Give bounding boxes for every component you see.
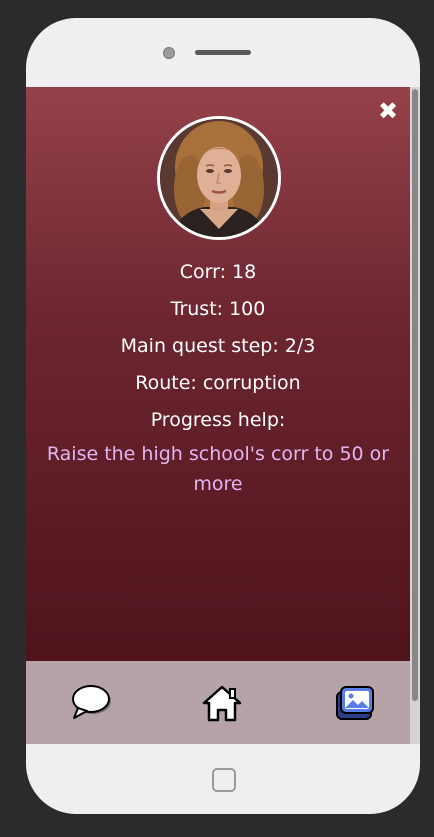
chat-icon [72,685,111,719]
nav-home-button[interactable] [200,683,244,723]
scrollbar[interactable] [410,87,420,744]
character-stats: Corr: 18 Trust: 100 Main quest step: 2/3… [26,254,410,439]
nav-gallery-button[interactable] [332,683,376,723]
avatar [157,116,281,240]
stat-corruption: Corr: 18 [179,261,257,283]
close-icon[interactable]: ✖ [377,99,399,123]
woman-portrait-icon [160,119,278,237]
home-indicator-button[interactable] [212,768,236,792]
progress-help-text: Raise the high school's corr to 50 or mo… [46,443,390,495]
phone-frame: ✖ Corr: 18 Trust: 100 Main quest step: 2… [26,18,420,814]
home-icon [202,685,242,722]
front-camera [163,47,175,59]
stat-main-quest-step: Main quest step: 2/3 [120,335,316,357]
progress-help-label: Progress help: [150,409,286,431]
earpiece-speaker [195,50,251,55]
bottom-nav [26,661,410,744]
stat-route: Route: corruption [135,372,301,394]
stat-trust: Trust: 100 [170,298,266,320]
scrollbar-thumb[interactable] [412,89,418,701]
gallery-icon [336,686,374,720]
nav-chat-button[interactable] [70,683,114,723]
